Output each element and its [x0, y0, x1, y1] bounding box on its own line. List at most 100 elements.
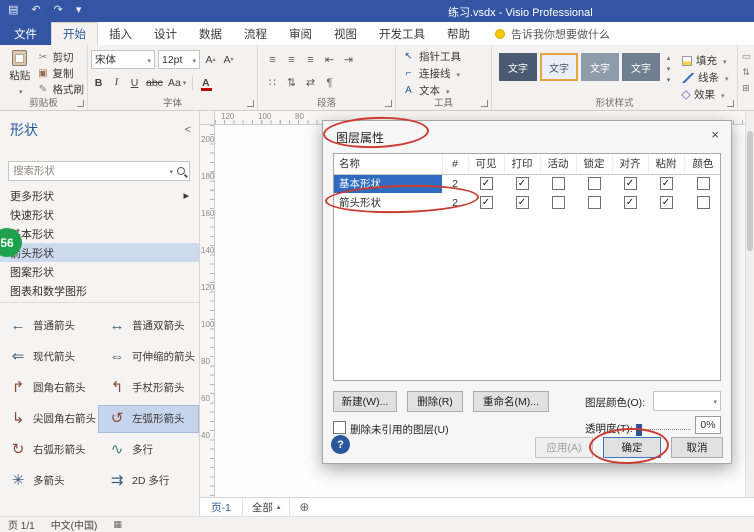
tab-design[interactable]: 设计 — [143, 22, 188, 45]
search-icon[interactable] — [177, 167, 185, 175]
shape-item[interactable]: ✳ 多箭头 — [0, 468, 99, 494]
line-button[interactable]: 线条 — [682, 70, 729, 85]
shape-item-selected[interactable]: ↺ 左弧形箭头 — [99, 406, 198, 432]
dialog-launcher-icon[interactable] — [727, 100, 734, 107]
change-case-button[interactable]: Aa — [167, 74, 187, 91]
gallery-more-icon[interactable]: ▾ — [667, 76, 671, 84]
tab-home[interactable]: 开始 — [51, 22, 98, 45]
arrange-icon[interactable]: ▭ — [742, 51, 751, 62]
cut-button[interactable]: ✂ 剪切 — [37, 50, 85, 65]
transparency-slider[interactable] — [637, 429, 691, 430]
italic-button[interactable]: I — [109, 74, 124, 91]
grow-font-button[interactable]: A — [203, 51, 218, 68]
font-color-button[interactable]: A — [198, 74, 213, 91]
layer-row-basic-shapes[interactable]: 基本形状 2 ✓ ✓ ✓ ✓ — [334, 174, 721, 193]
shape-item[interactable]: ↔ 普通双箭头 — [99, 313, 198, 339]
ok-button[interactable]: 确定 — [603, 437, 661, 458]
bullets-button[interactable]: ∷ — [265, 75, 280, 91]
position-icon[interactable]: ⇅ — [742, 67, 750, 78]
checkbox-lock[interactable] — [588, 177, 601, 190]
slider-thumb[interactable] — [636, 424, 642, 436]
shape-item[interactable]: ∿ 多行 — [99, 437, 198, 463]
page-tab-1[interactable]: 页-1 — [200, 498, 243, 516]
checkbox-color[interactable] — [697, 196, 710, 209]
style-preset-selected[interactable]: 文字 — [540, 53, 578, 81]
all-pages-button[interactable]: 全部 ▴ — [243, 498, 291, 516]
add-page-button[interactable]: ⊕ — [290, 500, 318, 514]
layer-name-cell[interactable]: 基本形状 — [334, 174, 442, 193]
shrink-font-button[interactable]: A — [221, 51, 236, 68]
stencil-pattern-shapes[interactable]: 图案形状 — [0, 262, 199, 281]
dialog-launcher-icon[interactable] — [385, 100, 392, 107]
checkbox-visible[interactable]: ✓ — [480, 196, 493, 209]
dialog-launcher-icon[interactable] — [77, 100, 84, 107]
search-input[interactable] — [13, 165, 163, 177]
dialog-launcher-icon[interactable] — [481, 100, 488, 107]
macro-record-icon[interactable]: ▦ — [113, 519, 122, 530]
bold-button[interactable]: B — [91, 74, 106, 91]
stencil-basic-shapes[interactable]: 基本形状 — [0, 224, 199, 243]
stencil-quick-shapes[interactable]: 快速形状 — [0, 205, 199, 224]
layer-color-select[interactable] — [653, 391, 721, 411]
checkbox-print[interactable]: ✓ — [516, 177, 529, 190]
checkbox-active[interactable] — [552, 196, 565, 209]
checkbox-visible[interactable]: ✓ — [480, 177, 493, 190]
checkbox-glue[interactable]: ✓ — [660, 177, 673, 190]
checkbox-color[interactable] — [697, 177, 710, 190]
decrease-indent-button[interactable]: ⇤ — [322, 52, 337, 68]
paste-button[interactable]: 粘贴 — [3, 48, 37, 97]
collapse-panel-icon[interactable]: < — [185, 124, 191, 136]
increase-indent-button[interactable]: ⇥ — [341, 52, 356, 68]
paragraph-mark-button[interactable]: ¶ — [322, 75, 337, 91]
close-icon[interactable]: × — [711, 127, 719, 142]
help-button[interactable]: ? — [331, 435, 350, 454]
align-center-button[interactable]: ≡ — [284, 52, 299, 68]
shape-item[interactable]: ⇉ 2D 多行 — [99, 468, 198, 494]
font-name-select[interactable]: 宋体 — [91, 50, 155, 69]
gallery-down-icon[interactable]: ▾ — [667, 65, 671, 73]
layer-row-arrow-shapes[interactable]: 箭头形状 2 ✓ ✓ ✓ ✓ — [334, 193, 721, 212]
fill-button[interactable]: 填充 — [682, 53, 729, 68]
save-icon[interactable]: ▤ — [8, 3, 18, 16]
copy-button[interactable]: ▣ 复制 — [37, 66, 85, 81]
group-icon[interactable]: ⊞ — [742, 83, 750, 94]
scrollbar-thumb[interactable] — [747, 131, 753, 251]
tab-insert[interactable]: 插入 — [98, 22, 143, 45]
vertical-scrollbar[interactable] — [745, 111, 754, 497]
shape-item[interactable]: ↳ 尖圆角右箭头 — [0, 406, 99, 432]
align-right-button[interactable]: ≡ — [303, 52, 318, 68]
vertical-align-button[interactable]: ⇅ — [284, 75, 299, 91]
chevron-down-icon[interactable] — [167, 165, 173, 177]
tab-file[interactable]: 文件 — [0, 22, 51, 45]
shape-item[interactable]: ↱ 圆角右箭头 — [0, 375, 99, 401]
style-preset[interactable]: 文字 — [499, 53, 537, 81]
new-layer-button[interactable]: 新建(W)... — [333, 391, 397, 412]
tab-review[interactable]: 审阅 — [278, 22, 323, 45]
style-preset[interactable]: 文字 — [622, 53, 660, 81]
tab-help[interactable]: 帮助 — [436, 22, 481, 45]
cancel-button[interactable]: 取消 — [671, 437, 723, 458]
underline-button[interactable]: U — [127, 74, 142, 91]
rename-layer-button[interactable]: 重命名(M)... — [473, 391, 549, 412]
tell-me[interactable]: 告诉我你想要做什么 — [481, 22, 610, 45]
shape-item[interactable]: ⇐ 现代箭头 — [0, 344, 99, 370]
tab-view[interactable]: 视图 — [323, 22, 368, 45]
language-indicator[interactable]: 中文(中国) — [51, 517, 98, 532]
shape-item[interactable]: ← 普通箭头 — [0, 313, 99, 339]
tab-developer[interactable]: 开发工具 — [368, 22, 436, 45]
checkbox-glue[interactable]: ✓ — [660, 196, 673, 209]
stencil-more-shapes[interactable]: 更多形状 ▸ — [0, 186, 199, 205]
stencil-charts-math[interactable]: 图表和数学图形 — [0, 281, 199, 300]
remove-unused-checkbox[interactable] — [333, 421, 346, 434]
shape-item[interactable]: ⇔ 可伸缩的箭头 — [99, 344, 198, 370]
tab-process[interactable]: 流程 — [233, 22, 278, 45]
strikethrough-button[interactable]: abc — [145, 74, 164, 91]
pointer-tool-button[interactable]: ↖ 指针工具 — [399, 48, 488, 65]
stencil-arrow-shapes[interactable]: 箭头形状 — [0, 243, 199, 262]
font-size-select[interactable]: 12pt — [158, 50, 200, 69]
page-indicator[interactable]: 页 1/1 — [8, 517, 35, 532]
delete-layer-button[interactable]: 删除(R) — [407, 391, 463, 412]
checkbox-print[interactable]: ✓ — [516, 196, 529, 209]
qat-more-icon[interactable]: ▾ — [76, 3, 82, 16]
undo-icon[interactable]: ↶ — [31, 3, 40, 16]
